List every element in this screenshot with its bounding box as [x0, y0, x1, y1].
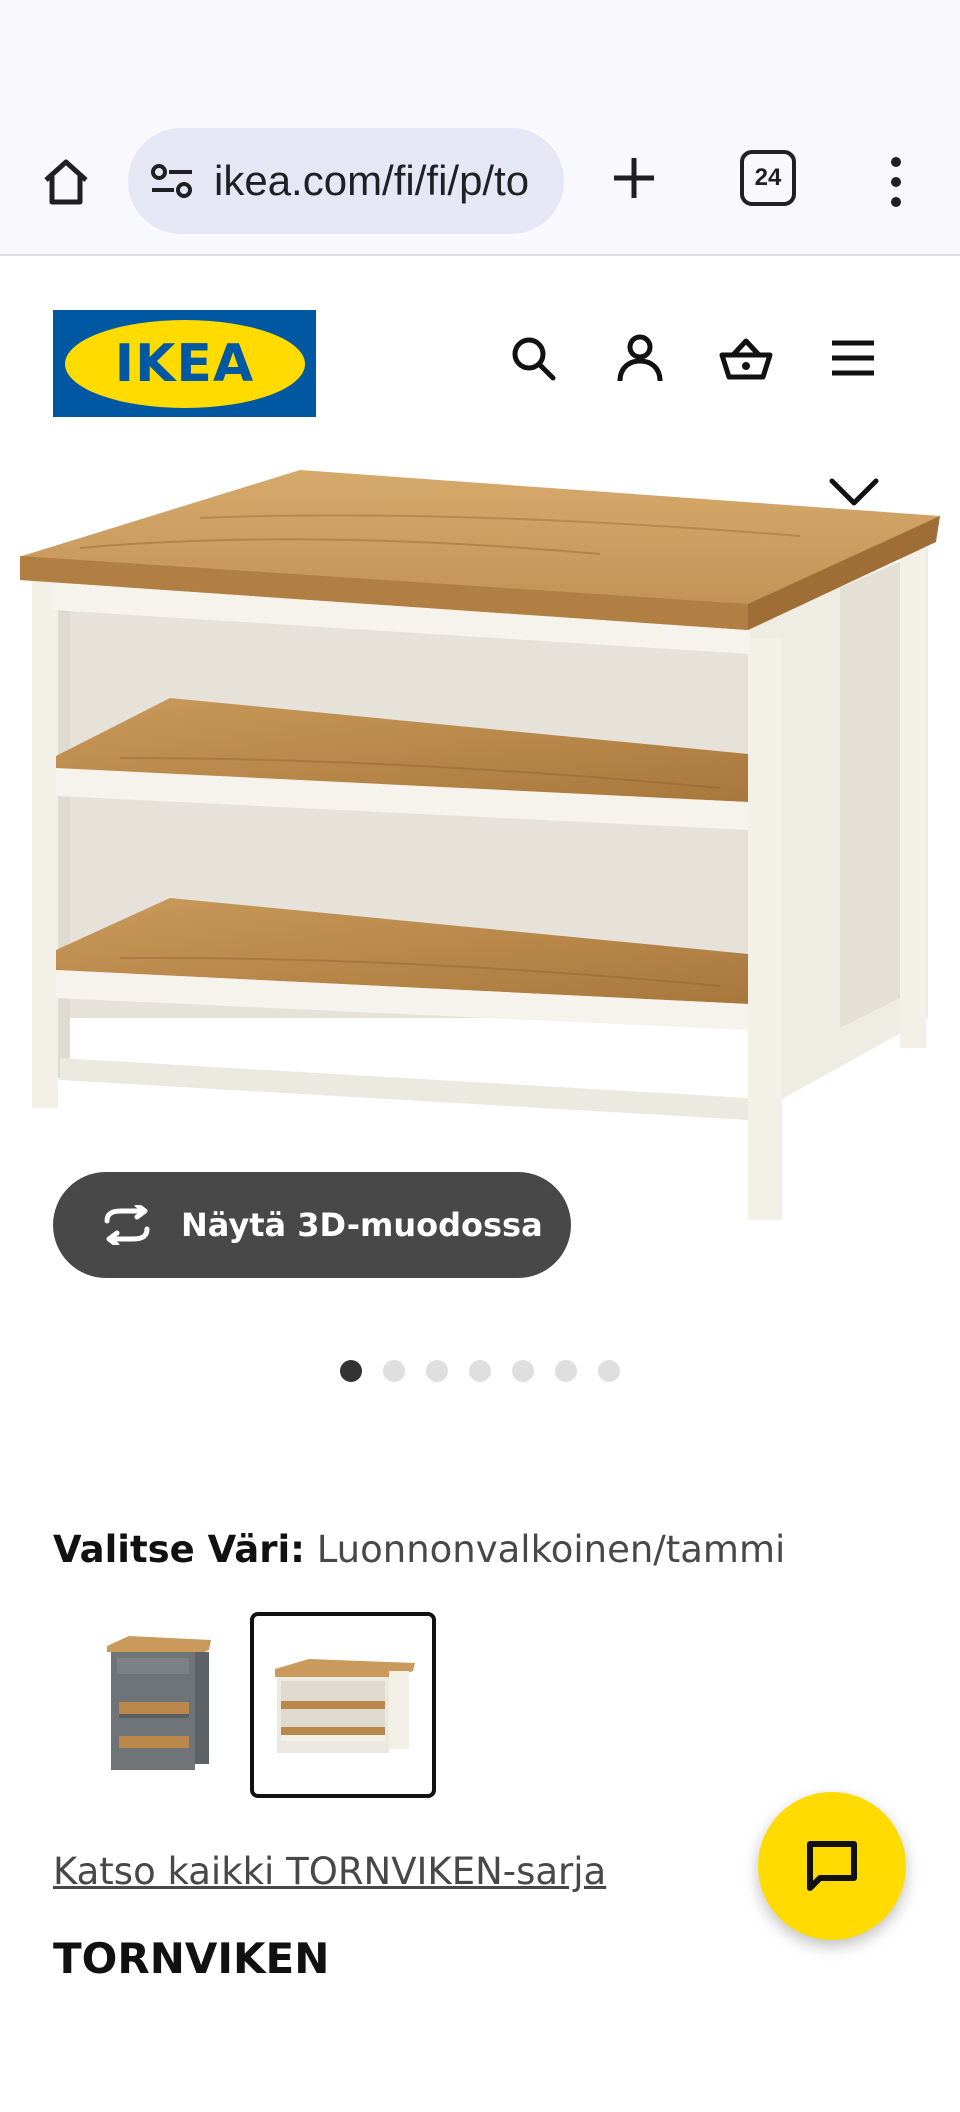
tab-switcher-button[interactable]: 24: [740, 150, 796, 206]
rotate-3d-icon: [104, 1205, 150, 1245]
basket-button[interactable]: [716, 328, 776, 388]
site-header: IKEA: [0, 258, 960, 458]
plus-icon: [614, 158, 654, 198]
color-label: Valitse Väri:: [53, 1528, 305, 1571]
logo-oval: IKEA: [64, 319, 305, 408]
browser-menu-button[interactable]: [870, 146, 922, 218]
account-button[interactable]: [610, 328, 670, 388]
menu-button[interactable]: [823, 328, 883, 388]
site-settings-icon[interactable]: [148, 157, 196, 205]
carousel-dot[interactable]: [469, 1360, 491, 1382]
color-swatch-white-oak[interactable]: [250, 1612, 436, 1798]
series-link[interactable]: Katso kaikki TORNVIKEN-sarja: [53, 1850, 606, 1893]
home-icon: [44, 159, 88, 205]
basket-icon: [719, 338, 773, 380]
status-bar: [0, 0, 960, 120]
logo-text: IKEA: [114, 333, 255, 394]
home-button[interactable]: [34, 150, 98, 214]
account-icon: [617, 334, 663, 382]
grey-island-thumbnail: [107, 1636, 211, 1770]
favourite-button[interactable]: [814, 458, 894, 528]
search-button[interactable]: [503, 328, 563, 388]
view-3d-label: Näytä 3D-muodossa: [181, 1206, 543, 1244]
hamburger-menu-icon: [832, 340, 874, 376]
white-island-thumbnail: [275, 1659, 415, 1753]
address-bar[interactable]: ikea.com/fi/fi/p/to: [128, 128, 564, 234]
chevron-down-icon: [829, 478, 879, 506]
browser-toolbar: ikea.com/fi/fi/p/to 24: [0, 120, 960, 256]
ikea-logo[interactable]: IKEA: [53, 310, 316, 417]
color-selector-heading: Valitse Väri: Luonnonvalkoinen/tammi: [53, 1528, 785, 1571]
more-vert-icon: [891, 157, 901, 207]
color-value: Luonnonvalkoinen/tammi: [316, 1528, 786, 1571]
carousel-dot[interactable]: [555, 1360, 577, 1382]
kitchen-island-image: [20, 470, 940, 1220]
product-image-carousel[interactable]: Näytä 3D-muodossa: [0, 458, 960, 1278]
carousel-pagination: [340, 1360, 620, 1382]
new-tab-button[interactable]: [598, 142, 670, 214]
carousel-dot[interactable]: [340, 1360, 362, 1382]
carousel-dot[interactable]: [598, 1360, 620, 1382]
chat-icon: [807, 1841, 857, 1891]
url-text: ikea.com/fi/fi/p/to: [214, 157, 530, 204]
carousel-dot[interactable]: [512, 1360, 534, 1382]
carousel-dot[interactable]: [426, 1360, 448, 1382]
carousel-dot[interactable]: [383, 1360, 405, 1382]
view-3d-button[interactable]: Näytä 3D-muodossa: [53, 1172, 571, 1278]
product-name: TORNVIKEN: [53, 1934, 330, 1983]
chat-button[interactable]: [758, 1792, 906, 1940]
search-icon: [512, 337, 556, 381]
color-swatch-grey[interactable]: [66, 1612, 252, 1798]
tab-count: 24: [754, 164, 782, 191]
